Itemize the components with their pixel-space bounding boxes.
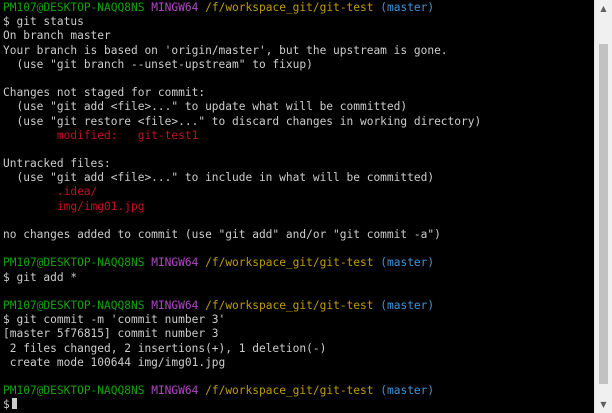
terminal-line: $ git commit -m 'commit number 3' — [3, 313, 481, 327]
terminal-line: img/img01.jpg — [3, 200, 481, 214]
terminal-line: (use "git restore <file>..." to discard … — [3, 115, 481, 129]
terminal-line: On branch master — [3, 29, 481, 43]
terminal-window[interactable]: PM107@DESKTOP-NAQQ8NS MINGW64 /f/workspa… — [0, 0, 594, 413]
vertical-scrollbar[interactable]: ▲ ▼ — [594, 0, 612, 413]
terminal-line: Your branch is based on 'origin/master',… — [3, 44, 481, 58]
terminal-text-segment: (use "git restore <file>..." to discard … — [3, 114, 482, 128]
terminal-text-segment: /f/workspace_git/git-test — [205, 298, 374, 312]
text-cursor — [11, 398, 17, 410]
terminal-text-segment: 2 files changed, 2 insertions(+), 1 dele… — [3, 341, 327, 355]
terminal-line: (use "git branch --unset-upstream" to fi… — [3, 58, 481, 72]
terminal-line: 2 files changed, 2 insertions(+), 1 dele… — [3, 342, 481, 356]
terminal-text-segment: no changes added to commit (use "git add… — [3, 228, 441, 241]
terminal-text-segment: On branch master — [3, 29, 111, 43]
terminal-line: $ git status — [3, 15, 481, 29]
terminal-text-segment: [master 5f76815] commit number 3 — [3, 327, 219, 341]
terminal-line: .idea/ — [3, 185, 481, 199]
terminal-text-segment: $ — [3, 398, 10, 412]
terminal-text-segment: MINGW64 — [151, 256, 199, 270]
terminal-text-segment: $ git status — [3, 15, 84, 29]
terminal-line: PM107@DESKTOP-NAQQ8NS MINGW64 /f/workspa… — [3, 299, 481, 313]
terminal-text-segment: MINGW64 — [151, 384, 199, 398]
terminal-text-segment: /f/workspace_git/git-test — [205, 256, 374, 270]
scrollbar-thumb[interactable] — [599, 44, 608, 384]
terminal-line: create mode 100644 img/img01.jpg — [3, 356, 481, 370]
terminal-text-segment: /f/workspace_git/git-test — [205, 1, 374, 14]
terminal-output[interactable]: PM107@DESKTOP-NAQQ8NS MINGW64 /f/workspa… — [3, 1, 481, 412]
scroll-down-icon[interactable]: ▼ — [595, 396, 612, 413]
terminal-line: [master 5f76815] commit number 3 — [3, 327, 481, 341]
terminal-line: PM107@DESKTOP-NAQQ8NS MINGW64 /f/workspa… — [3, 384, 481, 398]
terminal-text-segment: create mode 100644 img/img01.jpg — [3, 355, 226, 369]
terminal-text-segment: (use "git add <file>..." to update what … — [3, 100, 408, 114]
terminal-text-segment: (use "git add <file>..." to include in w… — [3, 171, 435, 185]
terminal-line: PM107@DESKTOP-NAQQ8NS MINGW64 /f/workspa… — [3, 1, 481, 15]
terminal-text-segment: img/img01.jpg — [3, 199, 145, 213]
terminal-text-segment: PM107@DESKTOP-NAQQ8NS — [3, 298, 145, 312]
terminal-text-segment: $ git add * — [3, 270, 78, 284]
terminal-text-segment: Changes not staged for commit: — [3, 86, 206, 100]
terminal-line: modified: git-test1 — [3, 129, 481, 143]
terminal-text-segment: (master) — [380, 298, 435, 312]
terminal-text-segment: (master) — [380, 384, 435, 398]
terminal-text-segment: Your branch is based on 'origin/master',… — [3, 43, 448, 57]
terminal-text-segment: Untracked files: — [3, 157, 111, 171]
terminal-text-segment: (master) — [380, 1, 435, 14]
terminal-text-segment: /f/workspace_git/git-test — [205, 384, 374, 398]
scroll-up-icon[interactable]: ▲ — [595, 0, 612, 17]
terminal-text-segment: PM107@DESKTOP-NAQQ8NS — [3, 384, 145, 398]
terminal-text-segment: .idea/ — [3, 185, 98, 199]
terminal-text-segment: $ git commit -m 'commit number 3' — [3, 313, 226, 327]
terminal-text-segment: PM107@DESKTOP-NAQQ8NS — [3, 1, 145, 14]
terminal-line: (use "git add <file>..." to include in w… — [3, 171, 481, 185]
terminal-text-segment: (use "git branch --unset-upstream" to fi… — [3, 57, 313, 71]
terminal-line: no changes added to commit (use "git add… — [3, 228, 481, 242]
terminal-text-segment: modified: git-test1 — [3, 128, 199, 142]
terminal-text-segment: (master) — [380, 256, 435, 270]
terminal-line: (use "git add <file>..." to update what … — [3, 100, 481, 114]
terminal-text-segment: MINGW64 — [151, 1, 199, 14]
terminal-text-segment: PM107@DESKTOP-NAQQ8NS — [3, 256, 145, 270]
terminal-line: Untracked files: — [3, 157, 481, 171]
terminal-text-segment: MINGW64 — [151, 298, 199, 312]
terminal-line: PM107@DESKTOP-NAQQ8NS MINGW64 /f/workspa… — [3, 256, 481, 270]
terminal-line: Changes not staged for commit: — [3, 86, 481, 100]
terminal-line: $ — [3, 398, 481, 412]
terminal-line: $ git add * — [3, 271, 481, 285]
